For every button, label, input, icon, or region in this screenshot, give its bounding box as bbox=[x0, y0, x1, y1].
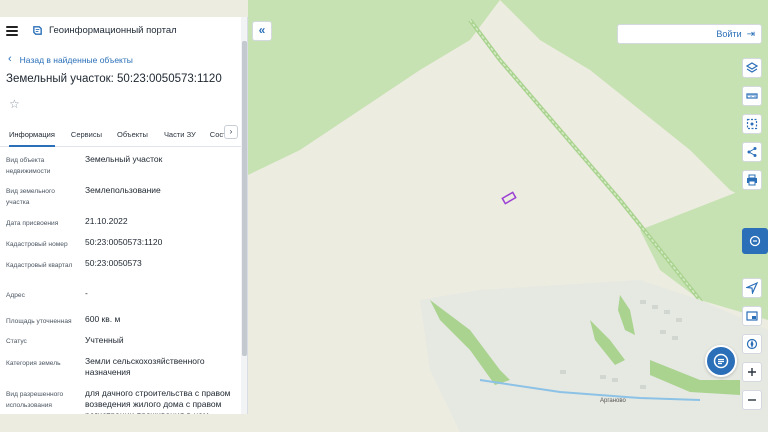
chat-bubble-icon bbox=[713, 353, 729, 369]
print-icon bbox=[747, 174, 757, 186]
locate-icon bbox=[746, 282, 758, 294]
tab-parts[interactable]: Части ЗУ bbox=[164, 123, 196, 147]
info-panel: Геоинформационный портал ‹ Назад в найде… bbox=[0, 17, 248, 414]
chat-icon bbox=[749, 235, 761, 247]
login-label: Войти bbox=[716, 29, 742, 39]
property-label: Вид разрешенного использования bbox=[6, 391, 64, 409]
property-value: 21.10.2022 bbox=[85, 216, 128, 226]
property-label: Кадастровый номер bbox=[6, 241, 68, 248]
property-label: Площадь уточненная bbox=[6, 318, 72, 325]
property-value: Земли сельскохозяйственного назначения bbox=[85, 356, 205, 377]
chat-assistant-button[interactable] bbox=[705, 345, 737, 377]
compass-icon bbox=[746, 338, 758, 350]
panel-header: Геоинформационный портал bbox=[0, 17, 247, 44]
select-area-icon bbox=[746, 118, 758, 130]
property-value: Учтенный bbox=[85, 335, 124, 345]
share-icon bbox=[747, 147, 757, 157]
measure-button[interactable] bbox=[742, 86, 762, 106]
zoom-in-button[interactable] bbox=[742, 362, 762, 382]
app-title: Геоинформационный портал bbox=[49, 25, 177, 36]
property-label: Категория земель bbox=[6, 360, 61, 367]
tab-services[interactable]: Сервисы bbox=[71, 123, 102, 147]
property-label: Вид земельного участка bbox=[6, 188, 55, 206]
scroll-thumb[interactable] bbox=[242, 41, 247, 356]
zoom-in-icon bbox=[748, 368, 756, 376]
property-value: 50:23:0050573:1120 bbox=[85, 237, 163, 247]
print-button[interactable] bbox=[742, 170, 762, 190]
tabs-scroll-right-button[interactable]: › bbox=[224, 125, 238, 139]
ruler-icon bbox=[746, 93, 758, 99]
compass-button[interactable] bbox=[742, 334, 762, 354]
property-label: Вид объекта недвижимости bbox=[6, 157, 51, 175]
back-link[interactable]: ‹ Назад в найденные объекты bbox=[8, 54, 133, 65]
tab-bar: Информация Сервисы Объекты Части ЗУ Сост bbox=[0, 123, 242, 147]
town-label: Арганово bbox=[600, 398, 626, 404]
minimap-icon bbox=[746, 311, 758, 321]
property-label: Кадастровый квартал bbox=[6, 262, 73, 269]
menu-icon[interactable] bbox=[6, 25, 18, 36]
minimap-button[interactable] bbox=[742, 306, 762, 326]
layers-icon bbox=[746, 62, 758, 73]
login-icon: ⇥ bbox=[746, 28, 755, 40]
tab-objects[interactable]: Объекты bbox=[117, 123, 148, 147]
zoom-out-icon bbox=[748, 399, 756, 401]
select-area-button[interactable] bbox=[742, 114, 762, 134]
object-title: Земельный участок: 50:23:0050573:1120 bbox=[6, 73, 222, 85]
layers-button[interactable] bbox=[742, 58, 762, 78]
property-value: Землепользование bbox=[85, 185, 161, 195]
property-value: 50:23:0050573 bbox=[85, 258, 142, 268]
favorite-star-icon[interactable]: ☆ bbox=[9, 97, 20, 111]
zoom-out-button[interactable] bbox=[742, 390, 762, 410]
property-value: Земельный участок bbox=[85, 154, 163, 164]
panel-scrollbar[interactable] bbox=[241, 17, 247, 414]
portal-logo-icon bbox=[33, 26, 42, 35]
chevron-left-icon: ‹ bbox=[8, 53, 12, 65]
back-link-label: Назад в найденные объекты bbox=[19, 54, 133, 65]
property-label: Адрес bbox=[6, 292, 25, 299]
login-button[interactable]: Войти ⇥ bbox=[617, 24, 762, 44]
share-button[interactable] bbox=[742, 142, 762, 162]
collapse-panel-button[interactable]: « bbox=[252, 21, 272, 41]
locate-button[interactable] bbox=[742, 278, 762, 298]
property-label: Дата присвоения bbox=[6, 220, 59, 227]
property-value: для дачного строительства с правом возве… bbox=[85, 388, 231, 414]
tab-info[interactable]: Информация bbox=[9, 123, 55, 147]
property-value: - bbox=[85, 288, 88, 298]
property-label: Статус bbox=[6, 338, 27, 345]
property-value: 600 кв. м bbox=[85, 314, 121, 324]
feedback-button[interactable] bbox=[742, 228, 768, 254]
